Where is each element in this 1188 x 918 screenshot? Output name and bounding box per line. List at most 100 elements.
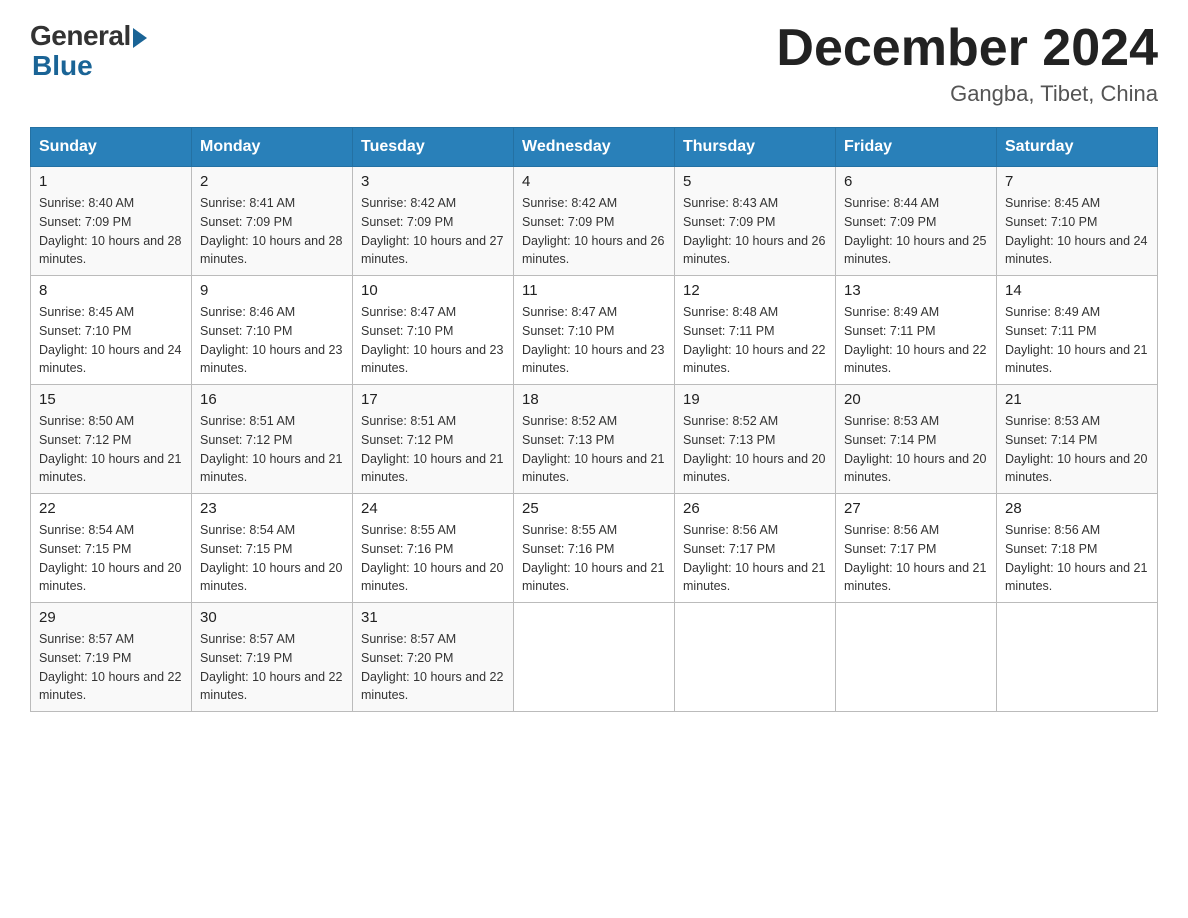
calendar-cell: 29 Sunrise: 8:57 AM Sunset: 7:19 PM Dayli…: [31, 603, 192, 712]
day-info: Sunrise: 8:43 AM Sunset: 7:09 PM Dayligh…: [683, 194, 827, 269]
day-number: 28: [1005, 500, 1149, 517]
day-info: Sunrise: 8:57 AM Sunset: 7:19 PM Dayligh…: [39, 630, 183, 705]
day-number: 17: [361, 391, 505, 408]
day-number: 27: [844, 500, 988, 517]
day-number: 8: [39, 282, 183, 299]
calendar-cell: 2 Sunrise: 8:41 AM Sunset: 7:09 PM Daylig…: [192, 167, 353, 276]
day-number: 22: [39, 500, 183, 517]
page-header: General Blue December 2024 Gangba, Tibet…: [30, 20, 1158, 107]
calendar-table: SundayMondayTuesdayWednesdayThursdayFrid…: [30, 127, 1158, 712]
calendar-cell: 11 Sunrise: 8:47 AM Sunset: 7:10 PM Dayli…: [514, 276, 675, 385]
calendar-week-row: 1Sunrise: 8:40 AM Sunset: 7:09 PM Daylig…: [31, 167, 1158, 276]
day-number: 16: [200, 391, 344, 408]
day-number: 20: [844, 391, 988, 408]
calendar-cell: 13 Sunrise: 8:49 AM Sunset: 7:11 PM Dayli…: [836, 276, 997, 385]
calendar-cell: 22 Sunrise: 8:54 AM Sunset: 7:15 PM Dayli…: [31, 494, 192, 603]
calendar-cell: 18Sunrise: 8:52 AM Sunset: 7:13 PM Dayli…: [514, 385, 675, 494]
calendar-cell: 5 Sunrise: 8:43 AM Sunset: 7:09 PM Daylig…: [675, 167, 836, 276]
day-number: 3: [361, 173, 505, 190]
day-number: 15: [39, 391, 183, 408]
calendar-cell: 10Sunrise: 8:47 AM Sunset: 7:10 PM Dayli…: [353, 276, 514, 385]
logo: General Blue: [30, 20, 147, 82]
column-header-friday: Friday: [836, 128, 997, 167]
day-info: Sunrise: 8:56 AM Sunset: 7:17 PM Dayligh…: [683, 521, 827, 596]
day-info: Sunrise: 8:51 AM Sunset: 7:12 PM Dayligh…: [200, 412, 344, 487]
calendar-header-row: SundayMondayTuesdayWednesdayThursdayFrid…: [31, 128, 1158, 167]
day-info: Sunrise: 8:54 AM Sunset: 7:15 PM Dayligh…: [200, 521, 344, 596]
column-header-monday: Monday: [192, 128, 353, 167]
day-number: 14: [1005, 282, 1149, 299]
day-number: 26: [683, 500, 827, 517]
logo-blue-text: Blue: [32, 50, 93, 82]
calendar-cell: 3Sunrise: 8:42 AM Sunset: 7:09 PM Daylig…: [353, 167, 514, 276]
calendar-cell: 6Sunrise: 8:44 AM Sunset: 7:09 PM Daylig…: [836, 167, 997, 276]
calendar-cell: 19Sunrise: 8:52 AM Sunset: 7:13 PM Dayli…: [675, 385, 836, 494]
calendar-cell: 28 Sunrise: 8:56 AM Sunset: 7:18 PM Dayli…: [997, 494, 1158, 603]
calendar-week-row: 29 Sunrise: 8:57 AM Sunset: 7:19 PM Dayli…: [31, 603, 1158, 712]
day-info: Sunrise: 8:55 AM Sunset: 7:16 PM Dayligh…: [361, 521, 505, 596]
column-header-wednesday: Wednesday: [514, 128, 675, 167]
day-info: Sunrise: 8:44 AM Sunset: 7:09 PM Dayligh…: [844, 194, 988, 269]
day-number: 12: [683, 282, 827, 299]
day-info: Sunrise: 8:49 AM Sunset: 7:11 PM Dayligh…: [1005, 303, 1149, 378]
day-info: Sunrise: 8:53 AM Sunset: 7:14 PM Dayligh…: [844, 412, 988, 487]
calendar-cell: 23Sunrise: 8:54 AM Sunset: 7:15 PM Dayli…: [192, 494, 353, 603]
day-info: Sunrise: 8:57 AM Sunset: 7:19 PM Dayligh…: [200, 630, 344, 705]
day-number: 31: [361, 609, 505, 626]
day-number: 4: [522, 173, 666, 190]
day-info: Sunrise: 8:40 AM Sunset: 7:09 PM Dayligh…: [39, 194, 183, 269]
calendar-week-row: 8 Sunrise: 8:45 AM Sunset: 7:10 PM Daylig…: [31, 276, 1158, 385]
day-info: Sunrise: 8:45 AM Sunset: 7:10 PM Dayligh…: [1005, 194, 1149, 269]
location-text: Gangba, Tibet, China: [776, 81, 1158, 107]
day-number: 11: [522, 282, 666, 299]
calendar-cell: 4 Sunrise: 8:42 AM Sunset: 7:09 PM Daylig…: [514, 167, 675, 276]
day-info: Sunrise: 8:51 AM Sunset: 7:12 PM Dayligh…: [361, 412, 505, 487]
day-info: Sunrise: 8:46 AM Sunset: 7:10 PM Dayligh…: [200, 303, 344, 378]
day-number: 29: [39, 609, 183, 626]
day-number: 9: [200, 282, 344, 299]
calendar-cell: 16 Sunrise: 8:51 AM Sunset: 7:12 PM Dayli…: [192, 385, 353, 494]
calendar-cell: 15 Sunrise: 8:50 AM Sunset: 7:12 PM Dayli…: [31, 385, 192, 494]
day-info: Sunrise: 8:56 AM Sunset: 7:17 PM Dayligh…: [844, 521, 988, 596]
day-info: Sunrise: 8:53 AM Sunset: 7:14 PM Dayligh…: [1005, 412, 1149, 487]
title-block: December 2024 Gangba, Tibet, China: [776, 20, 1158, 107]
calendar-week-row: 15 Sunrise: 8:50 AM Sunset: 7:12 PM Dayli…: [31, 385, 1158, 494]
day-info: Sunrise: 8:55 AM Sunset: 7:16 PM Dayligh…: [522, 521, 666, 596]
calendar-cell: 21 Sunrise: 8:53 AM Sunset: 7:14 PM Dayli…: [997, 385, 1158, 494]
calendar-cell: 26 Sunrise: 8:56 AM Sunset: 7:17 PM Dayli…: [675, 494, 836, 603]
day-info: Sunrise: 8:48 AM Sunset: 7:11 PM Dayligh…: [683, 303, 827, 378]
day-info: Sunrise: 8:56 AM Sunset: 7:18 PM Dayligh…: [1005, 521, 1149, 596]
calendar-cell: 24 Sunrise: 8:55 AM Sunset: 7:16 PM Dayli…: [353, 494, 514, 603]
calendar-cell: [675, 603, 836, 712]
calendar-cell: 7Sunrise: 8:45 AM Sunset: 7:10 PM Daylig…: [997, 167, 1158, 276]
day-number: 5: [683, 173, 827, 190]
day-info: Sunrise: 8:45 AM Sunset: 7:10 PM Dayligh…: [39, 303, 183, 378]
calendar-week-row: 22 Sunrise: 8:54 AM Sunset: 7:15 PM Dayli…: [31, 494, 1158, 603]
day-number: 2: [200, 173, 344, 190]
day-info: Sunrise: 8:54 AM Sunset: 7:15 PM Dayligh…: [39, 521, 183, 596]
month-title: December 2024: [776, 20, 1158, 77]
calendar-cell: [514, 603, 675, 712]
calendar-cell: 30 Sunrise: 8:57 AM Sunset: 7:19 PM Dayli…: [192, 603, 353, 712]
calendar-cell: [997, 603, 1158, 712]
day-info: Sunrise: 8:41 AM Sunset: 7:09 PM Dayligh…: [200, 194, 344, 269]
calendar-cell: 17 Sunrise: 8:51 AM Sunset: 7:12 PM Dayli…: [353, 385, 514, 494]
day-info: Sunrise: 8:57 AM Sunset: 7:20 PM Dayligh…: [361, 630, 505, 705]
day-info: Sunrise: 8:47 AM Sunset: 7:10 PM Dayligh…: [522, 303, 666, 378]
calendar-cell: 25Sunrise: 8:55 AM Sunset: 7:16 PM Dayli…: [514, 494, 675, 603]
calendar-cell: 1Sunrise: 8:40 AM Sunset: 7:09 PM Daylig…: [31, 167, 192, 276]
day-info: Sunrise: 8:52 AM Sunset: 7:13 PM Dayligh…: [522, 412, 666, 487]
column-header-sunday: Sunday: [31, 128, 192, 167]
column-header-saturday: Saturday: [997, 128, 1158, 167]
day-info: Sunrise: 8:42 AM Sunset: 7:09 PM Dayligh…: [522, 194, 666, 269]
day-info: Sunrise: 8:49 AM Sunset: 7:11 PM Dayligh…: [844, 303, 988, 378]
calendar-cell: [836, 603, 997, 712]
day-info: Sunrise: 8:50 AM Sunset: 7:12 PM Dayligh…: [39, 412, 183, 487]
day-number: 13: [844, 282, 988, 299]
calendar-cell: 12 Sunrise: 8:48 AM Sunset: 7:11 PM Dayli…: [675, 276, 836, 385]
day-number: 21: [1005, 391, 1149, 408]
day-number: 24: [361, 500, 505, 517]
day-info: Sunrise: 8:47 AM Sunset: 7:10 PM Dayligh…: [361, 303, 505, 378]
column-header-thursday: Thursday: [675, 128, 836, 167]
day-number: 30: [200, 609, 344, 626]
